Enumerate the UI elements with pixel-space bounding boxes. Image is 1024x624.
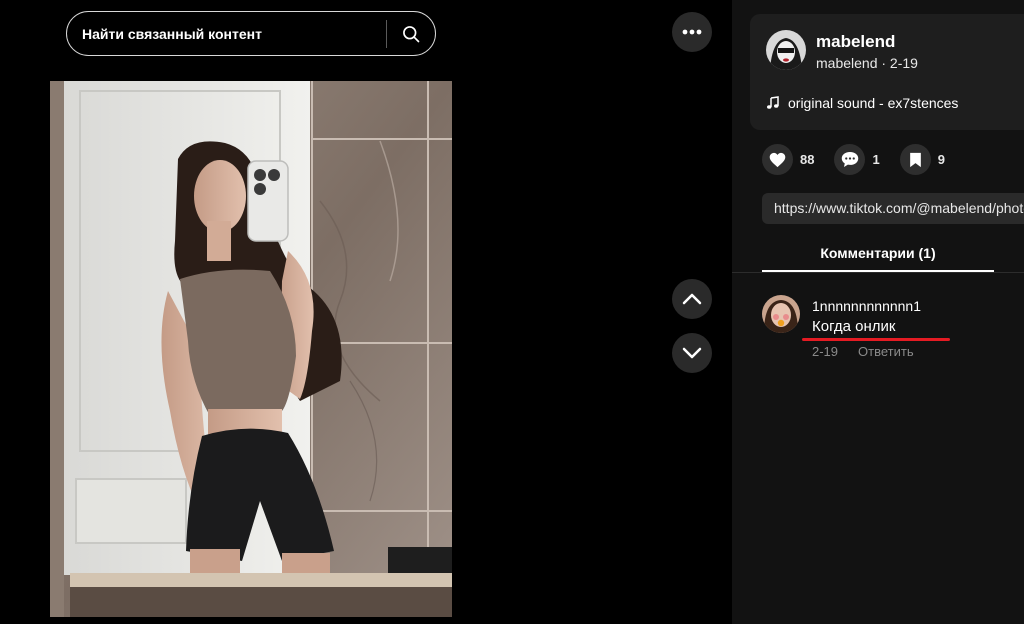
save-action[interactable]: 9 xyxy=(899,144,945,175)
previous-post-button[interactable] xyxy=(672,279,712,319)
author-name[interactable]: mabelend xyxy=(816,32,895,52)
chevron-up-icon xyxy=(682,293,702,305)
search-input[interactable] xyxy=(67,12,386,55)
music-note-icon xyxy=(767,96,779,109)
like-button[interactable] xyxy=(762,144,793,175)
comments-tab[interactable]: Комментарии (1) xyxy=(762,236,994,272)
search-button[interactable] xyxy=(387,12,435,55)
comment-author[interactable]: 1nnnnnnnnnnnn1 xyxy=(812,298,921,314)
photo-illustration xyxy=(50,81,452,617)
heart-icon xyxy=(769,152,786,167)
comments-tab-label: Комментарии (1) xyxy=(820,245,936,261)
like-count: 88 xyxy=(800,152,815,167)
save-button[interactable] xyxy=(899,144,931,175)
like-action[interactable]: 88 xyxy=(762,144,814,175)
author-meta: mabelend · 2-19 xyxy=(816,55,918,71)
comment-text: Когда онлик xyxy=(812,318,896,335)
comment-button[interactable] xyxy=(834,144,866,175)
comment-count: 1 xyxy=(872,152,880,167)
sound-link[interactable]: original sound - ex7stences xyxy=(766,95,958,111)
post-photo[interactable] xyxy=(50,81,452,617)
search-icon xyxy=(403,25,420,42)
action-bar: 88 1 9 xyxy=(762,144,945,175)
comment-meta: 2-19 Ответить xyxy=(812,344,914,359)
sound-title: original sound - ex7stences xyxy=(788,95,959,111)
reply-button[interactable]: Ответить xyxy=(858,344,914,359)
comment-icon xyxy=(841,152,859,167)
post-details-panel: mabelend mabelend · 2-19 original sound … xyxy=(732,0,1024,624)
chevron-down-icon xyxy=(682,347,702,359)
more-horizontal-icon xyxy=(682,29,702,35)
tabs-divider xyxy=(732,272,1024,273)
more-options-button[interactable] xyxy=(672,12,712,52)
search-bar[interactable] xyxy=(66,11,436,56)
author-avatar[interactable] xyxy=(766,30,806,70)
bookmark-icon xyxy=(909,152,921,167)
author-card: mabelend mabelend · 2-19 original sound … xyxy=(750,14,1024,130)
save-count: 9 xyxy=(937,152,945,167)
post-link-field[interactable]: https://www.tiktok.com/@mabelend/photo xyxy=(762,193,1024,224)
red-highlight-underline xyxy=(802,338,950,341)
next-post-button[interactable] xyxy=(672,333,712,373)
comment-date: 2-19 xyxy=(812,344,839,359)
comment-action[interactable]: 1 xyxy=(834,144,880,175)
commenter-avatar[interactable] xyxy=(762,295,800,333)
